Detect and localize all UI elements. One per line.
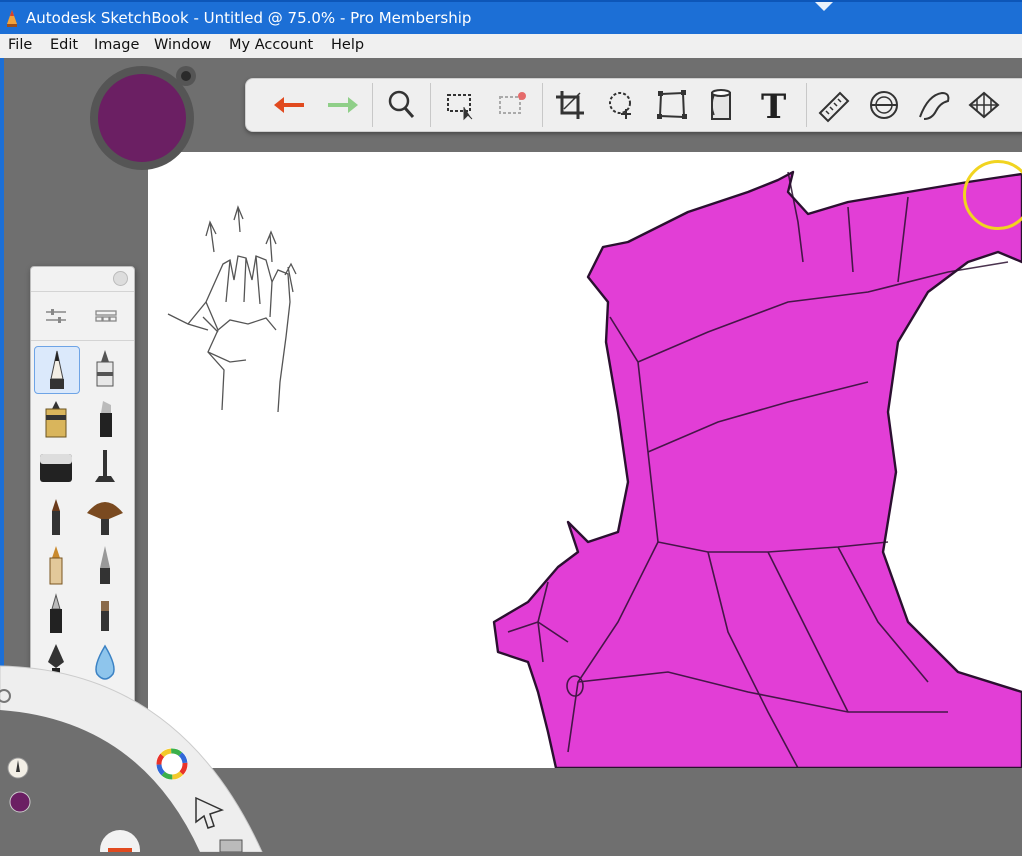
current-color-swatch: [98, 74, 186, 162]
distort-icon[interactable]: [652, 85, 692, 125]
transform-move-icon[interactable]: [602, 85, 642, 125]
brush-set-icon[interactable]: [93, 306, 119, 326]
layers-icon[interactable]: [219, 839, 243, 853]
canvas-artwork: [167, 170, 1022, 768]
ellipse-guide-icon[interactable]: [864, 85, 904, 125]
ruler-icon[interactable]: [814, 85, 854, 125]
brush-panel-close-button[interactable]: [113, 271, 128, 286]
window-title: Autodesk SketchBook - Untitled @ 75.0% -…: [26, 9, 472, 27]
zoom-icon[interactable]: [382, 85, 422, 125]
select-icon[interactable]: [440, 85, 480, 125]
dragon-sketch: [492, 170, 1022, 768]
brush-panel-header: [31, 267, 134, 292]
technical-pen-icon[interactable]: [34, 591, 78, 637]
lagoon-menu: [0, 640, 270, 856]
brush-panel-tabs: [31, 292, 134, 341]
menu-help[interactable]: Help: [331, 37, 364, 53]
pointed-brush-icon[interactable]: [83, 542, 127, 588]
color-puck[interactable]: [88, 64, 198, 174]
redo-icon[interactable]: [322, 85, 362, 125]
menu-file[interactable]: File: [8, 37, 32, 53]
menu-window[interactable]: Window: [154, 37, 211, 53]
french-curve-icon[interactable]: [914, 85, 954, 125]
menu-my-account[interactable]: My Account: [229, 37, 313, 53]
perspective-icon[interactable]: [964, 85, 1004, 125]
marker-icon[interactable]: [34, 395, 78, 441]
menu-image[interactable]: Image: [94, 37, 139, 53]
main-toolbar: T: [245, 78, 1022, 132]
small-paintbrush-icon[interactable]: [34, 493, 78, 539]
svg-text:T: T: [761, 87, 786, 125]
hand-sketch: [167, 205, 297, 413]
drawing-canvas[interactable]: [148, 152, 1022, 768]
sketchbook-app-icon: [7, 10, 17, 27]
text-icon[interactable]: T: [754, 85, 794, 127]
brush-icon[interactable]: [7, 757, 29, 779]
fan-brush-icon[interactable]: [83, 493, 127, 539]
pencil-icon[interactable]: [34, 346, 80, 394]
eraser-icon[interactable]: [34, 444, 78, 490]
undo-icon[interactable]: [270, 85, 310, 125]
menu-bar: File Edit Image Window My Account Help: [0, 34, 1022, 58]
brush-properties-icon[interactable]: [43, 306, 69, 326]
window-titlebar: Autodesk SketchBook - Untitled @ 75.0% -…: [0, 0, 1022, 34]
titlebar-notch: [815, 2, 833, 11]
chisel-marker-icon[interactable]: [83, 395, 127, 441]
color-wheel-icon[interactable]: [156, 748, 188, 780]
menu-edit[interactable]: Edit: [50, 37, 78, 53]
flat-brush-icon[interactable]: [83, 591, 127, 637]
ink-pen-icon[interactable]: [34, 542, 78, 588]
airbrush-icon[interactable]: [83, 444, 127, 490]
fill-bucket-icon[interactable]: [702, 85, 742, 125]
crop-icon[interactable]: [550, 85, 590, 125]
color-swatch-icon[interactable]: [9, 791, 31, 813]
lasso-select-icon[interactable]: [492, 85, 532, 125]
ballpoint-pen-icon[interactable]: [83, 346, 127, 392]
